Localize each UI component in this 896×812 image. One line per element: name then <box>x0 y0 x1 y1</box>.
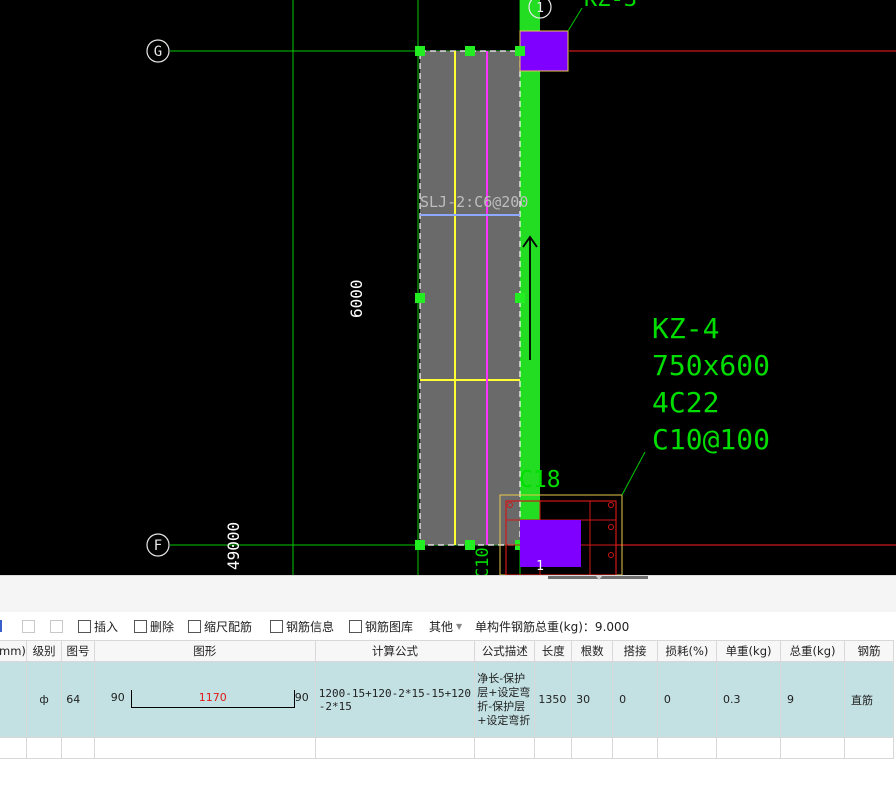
table-row-empty[interactable] <box>0 737 894 759</box>
shape-mid-value[interactable]: 1170 <box>131 691 295 704</box>
scale-rebar-label: 缩尺配筋 <box>204 619 253 634</box>
column-number-top: 1 <box>536 1 544 16</box>
column-header: 级别 <box>25 640 63 662</box>
description-cell[interactable]: 净长-保护层+设定弯折-保护层+设定弯折 <box>474 661 536 738</box>
shape-left-value[interactable]: 90 <box>111 691 125 704</box>
grip <box>465 46 475 56</box>
column-header: 公式描述 <box>474 640 536 662</box>
column-header: 长度 <box>534 640 573 662</box>
formula-cell[interactable]: 1200-15+120-2*15-15+120-2*15 <box>314 661 476 738</box>
total-weight: 单构件钢筋总重(kg)：9.000 <box>475 612 629 640</box>
callout-line-3: 4C22 <box>652 386 719 419</box>
count-cell[interactable]: 30 <box>571 661 614 738</box>
arrow-up-icon <box>22 619 35 633</box>
callout-line-1: KZ-4 <box>652 312 719 345</box>
column-header: mm) <box>0 640 27 662</box>
grade-cell[interactable]: ф <box>25 661 63 738</box>
rebar-library-button[interactable]: 钢筋图库 <box>349 612 413 640</box>
cad-drawing-canvas[interactable]: G F SLJ-2:C6@200 1 KZ-3 <box>0 0 896 575</box>
column-top <box>519 30 569 72</box>
table-row[interactable]: ф 64 90 1170 90 1200-15+120-2*15-15+120-… <box>0 661 894 738</box>
rebar-info-label: 钢筋信息 <box>286 619 335 634</box>
total-weight-cell[interactable]: 9 <box>780 661 846 738</box>
insert-icon <box>78 619 91 633</box>
delete-button[interactable]: 删除 <box>134 612 174 640</box>
insert-label: 插入 <box>94 619 119 634</box>
lap-cell[interactable]: 0 <box>612 661 658 738</box>
column-header: 计算公式 <box>314 640 476 662</box>
rebar-toolbar: 插入 删除 缩尺配筋 钢筋信息 钢筋图库 其他 ▼ 单构件钢筋总重(kg)：9.0… <box>0 612 896 640</box>
column-header: 总重(kg) <box>780 640 846 662</box>
library-icon <box>349 619 362 633</box>
row-cell[interactable] <box>0 661 27 738</box>
callout-leader <box>621 451 646 496</box>
shape-cell[interactable]: 90 1170 90 <box>93 661 316 738</box>
column-header: 单重(kg) <box>716 640 782 662</box>
loss-cell[interactable]: 0 <box>656 661 718 738</box>
column-header: 图形 <box>93 640 316 662</box>
chevron-down-icon[interactable] <box>595 575 603 580</box>
rebar-type-cell[interactable]: 直筋 <box>844 661 894 738</box>
c10-label: C10 <box>473 547 493 575</box>
column-number-bottom: 1 <box>536 559 544 574</box>
dimension-span: 6000 <box>347 279 366 318</box>
move-down-button[interactable] <box>50 612 63 640</box>
other-label: 其他 <box>429 619 454 634</box>
chevron-down-icon: ▼ <box>456 621 463 631</box>
grip <box>415 293 425 303</box>
column-header: 损耗(%) <box>656 640 718 662</box>
axis-label-f: F <box>154 538 162 554</box>
other-dropdown[interactable]: 其他 ▼ <box>429 612 462 640</box>
bar-chart-icon <box>188 619 201 633</box>
grip <box>515 46 525 56</box>
top-column-label: KZ-3 <box>584 0 637 12</box>
panel-splitter[interactable] <box>0 575 896 612</box>
move-up-button[interactable] <box>22 612 35 640</box>
callout-line-4: C10@100 <box>652 423 770 456</box>
dimension-total: 49000 <box>224 522 243 570</box>
toolbar-edge <box>0 612 2 640</box>
delete-label: 删除 <box>150 619 175 634</box>
rebar-label: SLJ-2:C6@200 <box>420 193 528 211</box>
cad-drawing: G F SLJ-2:C6@200 1 KZ-3 <box>146 0 896 575</box>
slab-region <box>420 51 520 545</box>
grip <box>415 540 425 550</box>
grip <box>515 293 525 303</box>
grip <box>415 46 425 56</box>
rebar-info-button[interactable]: 钢筋信息 <box>270 612 334 640</box>
total-weight-label: 单构件钢筋总重(kg)：9.000 <box>475 619 630 634</box>
unit-weight-cell[interactable]: 0.3 <box>716 661 782 738</box>
column-header: 钢筋 <box>844 640 894 662</box>
callout-line-2: 750x600 <box>652 349 770 382</box>
column-header: 图号 <box>61 640 95 662</box>
column-header: 根数 <box>571 640 614 662</box>
c18-label: C18 <box>519 467 561 493</box>
rebar-library-label: 钢筋图库 <box>365 619 414 634</box>
shape-no-cell[interactable]: 64 <box>61 661 95 738</box>
shape-right-value[interactable]: 90 <box>295 691 309 704</box>
table-header: mm) 级别 图号 图形 计算公式 公式描述 长度 根数 搭接 损耗(%) 单重… <box>0 640 894 662</box>
column-header: 搭接 <box>612 640 658 662</box>
length-cell[interactable]: 1350 <box>534 661 573 738</box>
arrow-down-icon <box>50 619 63 633</box>
insert-button[interactable]: 插入 <box>78 612 118 640</box>
scale-rebar-button[interactable]: 缩尺配筋 <box>188 612 252 640</box>
trash-icon <box>134 619 147 633</box>
info-icon <box>270 619 283 633</box>
axis-label-g: G <box>154 44 162 60</box>
column-bottom <box>520 520 581 567</box>
rebar-table: mm) 级别 图号 图形 计算公式 公式描述 长度 根数 搭接 损耗(%) 单重… <box>0 640 896 760</box>
rebar-shape: 90 1170 90 <box>95 663 314 737</box>
